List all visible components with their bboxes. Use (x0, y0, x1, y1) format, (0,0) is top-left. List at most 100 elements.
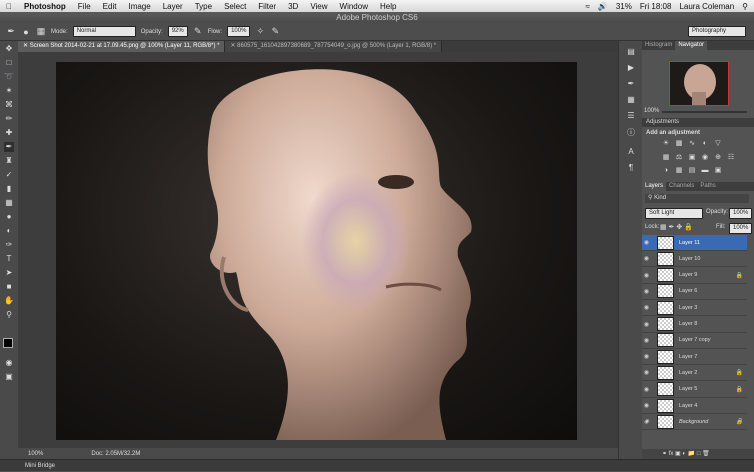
brush-tool-icon[interactable]: ✒ (6, 26, 16, 37)
tab-screen-shot[interactable]: ✕ Screen Shot 2014-02-21 at 17.09.45.png… (18, 41, 226, 52)
adjustment-layer-icon[interactable]: ◐ (682, 451, 686, 457)
marquee-tool-icon[interactable]: □ (4, 58, 14, 68)
mini-bridge-tab[interactable]: Mini Bridge (25, 463, 55, 469)
mode-select[interactable]: Normal (72, 26, 136, 37)
eye-icon[interactable]: ◉ (642, 369, 651, 376)
brush-presets-icon[interactable]: ✒ (626, 79, 636, 89)
menu-help[interactable]: Help (374, 2, 402, 11)
clock[interactable]: Fri 18:08 (640, 2, 672, 11)
lock-icons[interactable]: ▦ ✒ ✥ 🔒 (660, 223, 693, 231)
quick-mask-icon[interactable]: ◉ (4, 358, 14, 368)
zoom-level[interactable]: 100% (28, 451, 43, 457)
photo-filter-icon[interactable]: ◉ (701, 154, 709, 162)
menu-3d[interactable]: 3D (282, 2, 304, 11)
eye-icon[interactable]: ◉ (642, 321, 651, 328)
menu-filter[interactable]: Filter (252, 2, 282, 11)
layer-row[interactable]: ◉ Layer 5 🔒 (642, 382, 747, 398)
layer-row[interactable]: ◉ Layer 7 (642, 349, 747, 366)
foreground-color-swatch[interactable] (3, 338, 13, 348)
layer-row[interactable]: ◉ Layer 3 (642, 300, 747, 317)
invert-icon[interactable]: ◑ (662, 167, 670, 175)
zoom-tool-icon[interactable]: ⚲ (4, 310, 14, 320)
eye-icon[interactable]: ◉ (642, 304, 651, 311)
eye-icon[interactable]: ◉ (642, 239, 651, 246)
levels-icon[interactable]: ▩ (675, 140, 683, 148)
pen-tool-icon[interactable]: ✑ (4, 240, 14, 250)
eye-icon[interactable]: ◉ (642, 353, 651, 360)
color-lookup-icon[interactable]: ☷ (727, 154, 735, 162)
tab-channels[interactable]: Channels (666, 182, 697, 191)
black-white-icon[interactable]: ▣ (688, 154, 696, 162)
threshold-icon[interactable]: ▤ (688, 167, 696, 175)
fill-field[interactable]: 100% (729, 223, 753, 234)
exposure-icon[interactable]: ◐ (701, 140, 709, 148)
layer-row[interactable]: ◉ Layer 10 (642, 251, 747, 268)
navigator-zoom[interactable]: 100% (644, 108, 659, 114)
user-name[interactable]: Laura Coleman (679, 2, 734, 11)
layer-row[interactable]: ◉ Layer 9 🔒 (642, 268, 747, 284)
menu-view[interactable]: View (304, 2, 333, 11)
trash-icon[interactable]: 🗑 (702, 451, 710, 457)
menu-edit[interactable]: Edit (97, 2, 123, 11)
history-icon[interactable]: ▤ (626, 47, 636, 57)
tab-layers[interactable]: Layers (642, 182, 667, 191)
search-icon[interactable]: ⚲ (742, 2, 748, 11)
mask-icon[interactable]: ▣ (675, 451, 681, 457)
hue-sat-icon[interactable]: ▦ (662, 154, 670, 162)
dodge-icon[interactable]: ◐ (4, 226, 14, 236)
menu-image[interactable]: Image (122, 2, 156, 11)
clone-stamp-icon[interactable]: ♜ (4, 156, 14, 166)
path-select-icon[interactable]: ➤ (4, 268, 14, 278)
channel-mixer-icon[interactable]: ⊕ (714, 154, 722, 162)
menu-type[interactable]: Type (189, 2, 218, 11)
image-canvas[interactable] (56, 62, 577, 440)
tab-jpg[interactable]: ✕ 860575_161042897380689_787754049_o.jpg… (225, 41, 443, 52)
brightness-icon[interactable]: ☀ (662, 140, 670, 148)
posterize-icon[interactable]: ▦ (675, 167, 683, 175)
eye-icon[interactable]: ◉ (642, 402, 651, 409)
blur-icon[interactable]: ● (4, 212, 14, 222)
navigator-thumbnail[interactable] (669, 61, 729, 106)
hand-tool-icon[interactable]: ✋ (4, 296, 14, 306)
eye-icon[interactable]: ◉ (642, 386, 651, 393)
layer-row[interactable]: ◉ Layer 11 (642, 235, 747, 251)
wifi-icon[interactable]: ≈ (585, 2, 589, 11)
color-balance-icon[interactable]: ⚖ (675, 154, 683, 162)
character-icon[interactable]: A (626, 147, 636, 157)
swatches-icon[interactable]: ▦ (626, 95, 636, 105)
layer-row[interactable]: ◉ Layer 4 (642, 398, 747, 414)
lasso-tool-icon[interactable]: ➰ (4, 72, 14, 82)
eye-icon[interactable]: ◉ (642, 337, 651, 344)
pressure-opacity-icon[interactable]: ✎ (193, 26, 203, 37)
fx-icon[interactable]: fx (669, 451, 674, 457)
paragraph-icon[interactable]: ¶ (626, 163, 636, 173)
menu-photoshop[interactable]: Photoshop (18, 2, 72, 11)
opacity-field[interactable]: 92% (167, 26, 188, 37)
menu-select[interactable]: Select (218, 2, 252, 11)
brush-icon[interactable]: ✒ (4, 142, 14, 152)
curves-icon[interactable]: ∿ (688, 140, 696, 148)
info-icon[interactable]: ⓘ (626, 127, 636, 137)
eye-icon[interactable]: ◉ (642, 418, 651, 425)
brush-panel-icon[interactable]: ▦ (36, 26, 46, 37)
apple-icon[interactable]:  (0, 2, 18, 11)
shape-tool-icon[interactable]: ■ (4, 282, 14, 292)
eye-icon[interactable]: ◉ (642, 255, 651, 262)
layer-opacity-field[interactable]: 100% (729, 208, 753, 219)
selective-color-icon[interactable]: ▣ (714, 167, 722, 175)
navigator-zoom-slider[interactable] (662, 111, 747, 113)
actions-icon[interactable]: ▶ (626, 63, 636, 73)
tab-paths[interactable]: Paths (697, 182, 718, 191)
layer-row[interactable]: ◉ Layer 7 copy (642, 333, 747, 349)
workspace-select[interactable]: Photography (688, 26, 746, 37)
tab-histogram[interactable]: Histogram (642, 41, 675, 50)
layer-row[interactable]: ◉ Layer 8 (642, 317, 747, 333)
layer-row[interactable]: ◉ Layer 6 (642, 284, 747, 300)
layer-filter-kind[interactable]: ⚲ Kind (645, 194, 749, 203)
properties-icon[interactable]: ☰ (626, 111, 636, 121)
tab-navigator[interactable]: Navigator (675, 41, 708, 50)
gradient-icon[interactable]: ▦ (4, 198, 14, 208)
menu-window[interactable]: Window (334, 2, 374, 11)
airbrush-icon[interactable]: ✧ (255, 26, 265, 37)
type-tool-icon[interactable]: T (4, 254, 14, 264)
